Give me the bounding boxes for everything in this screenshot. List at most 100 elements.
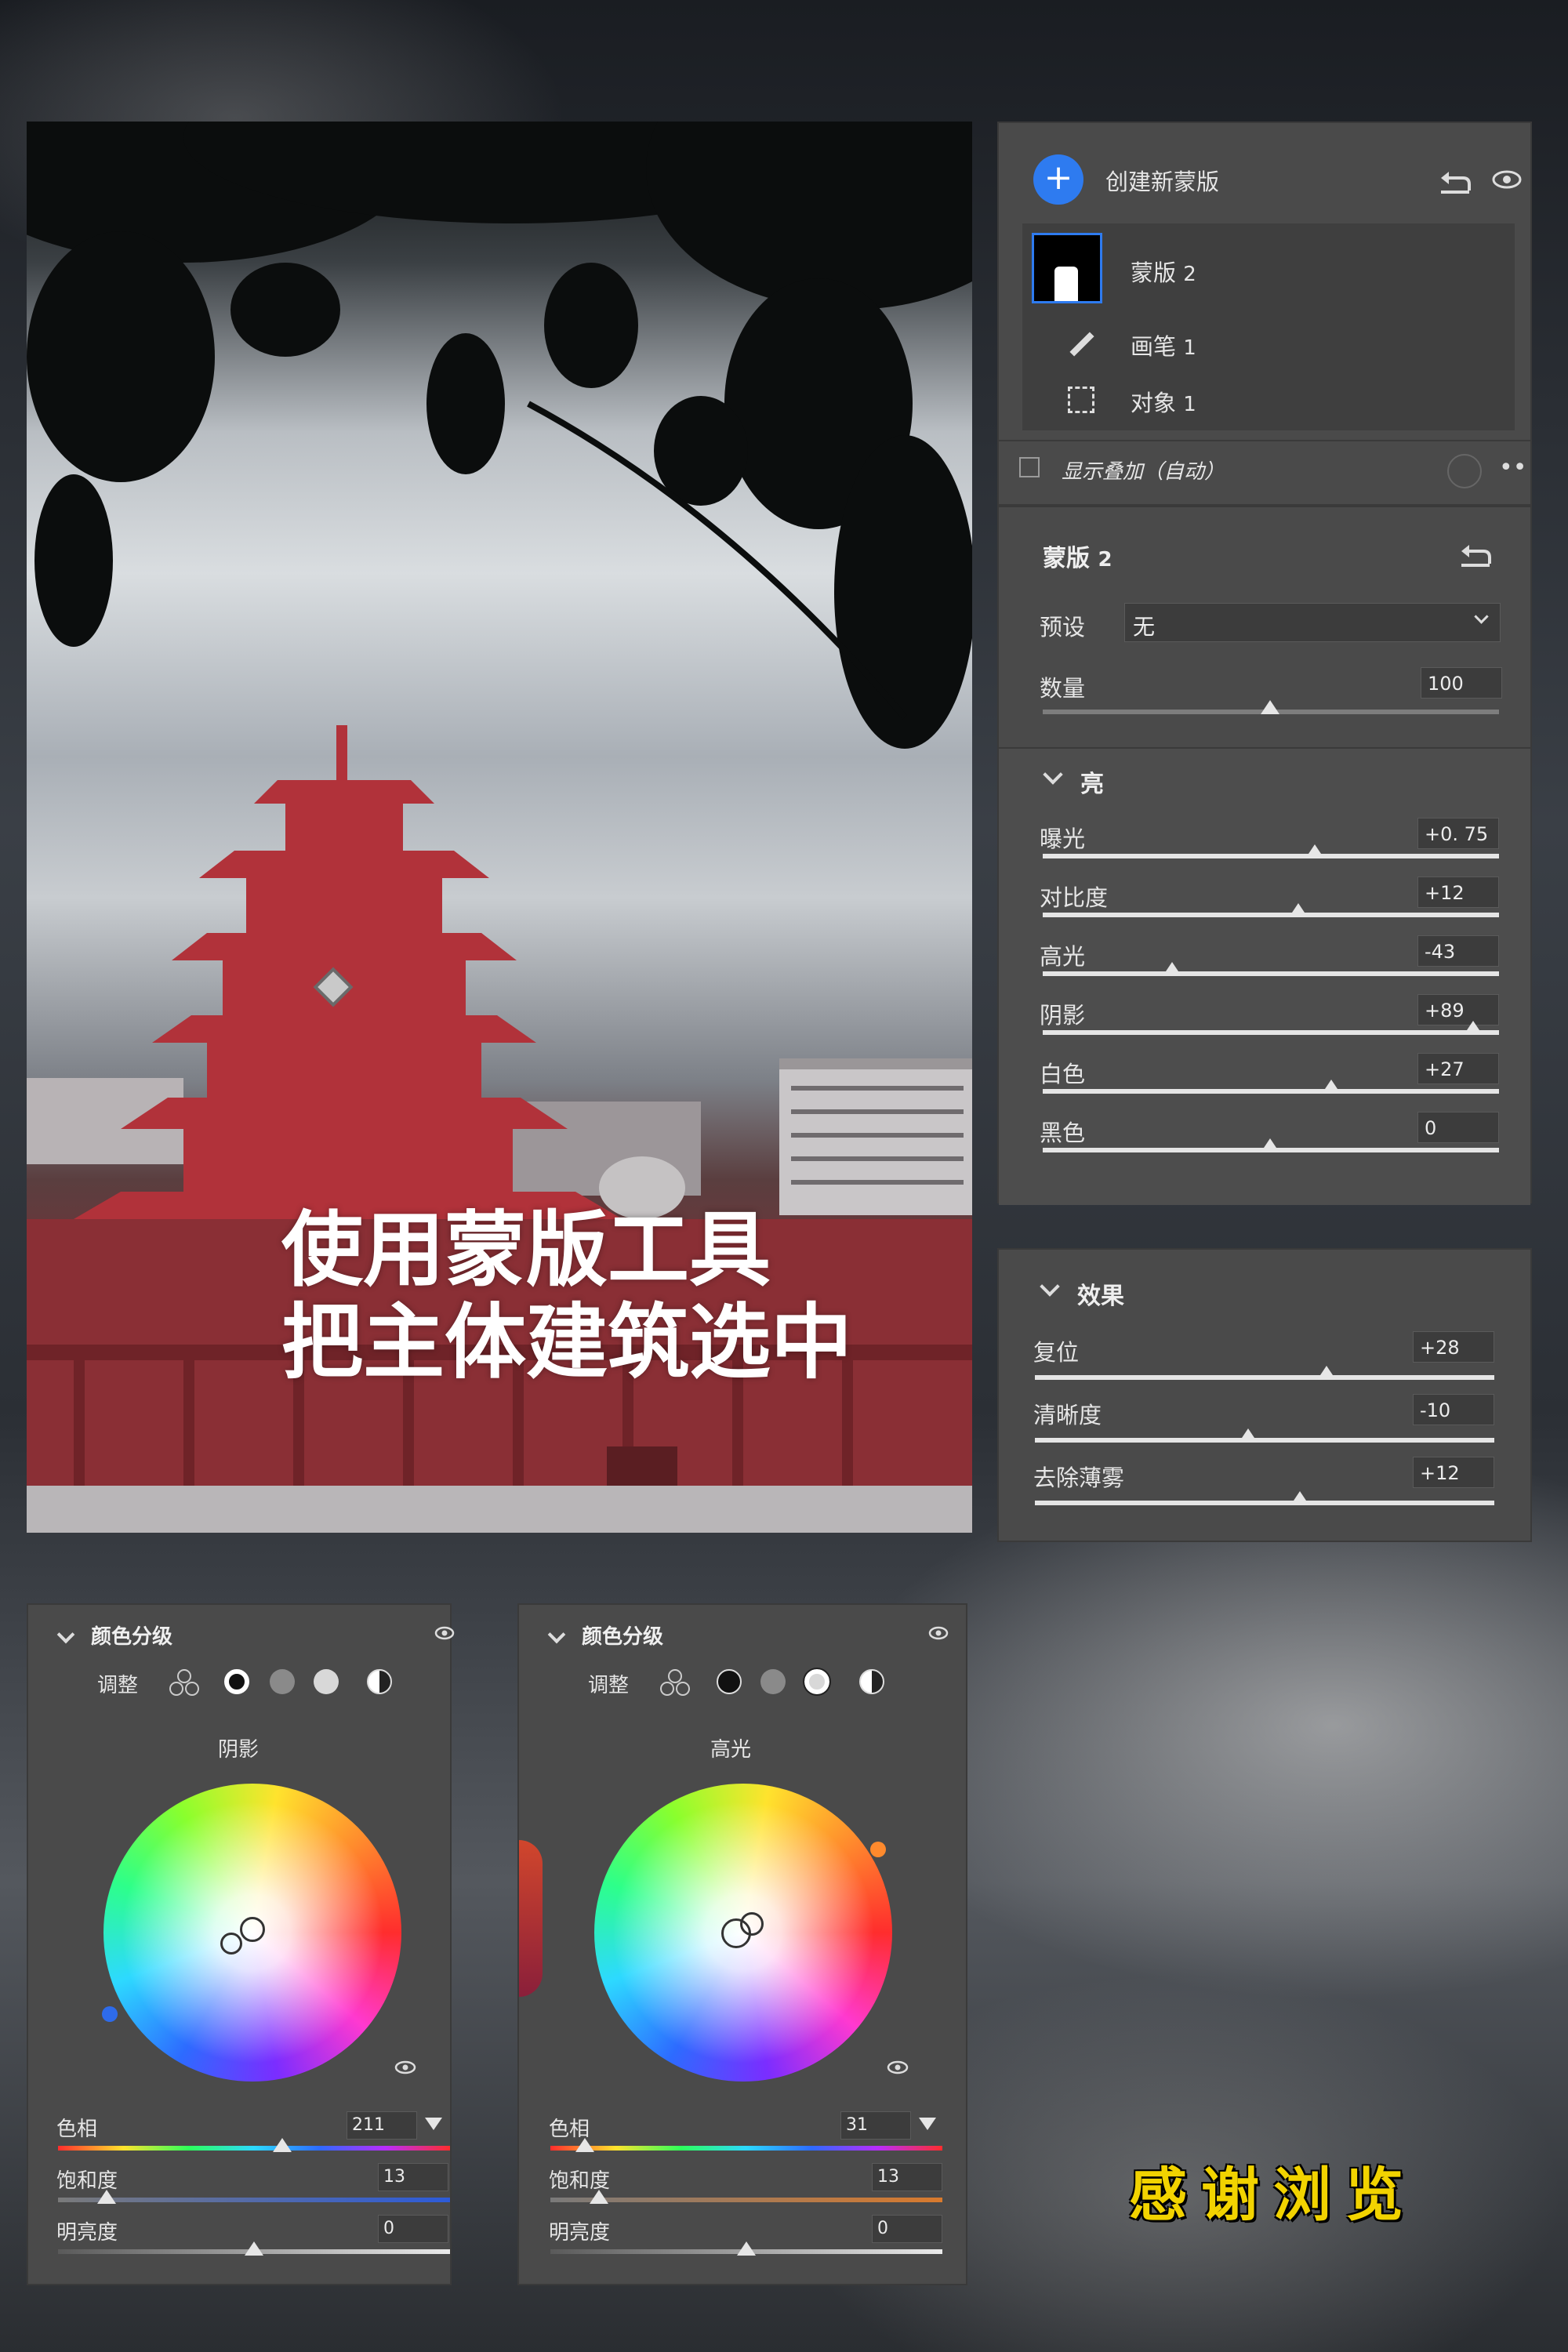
mask-item-label[interactable]: 蒙版 2 — [1131, 255, 1196, 288]
saturation-slider-thumb[interactable] — [590, 2190, 608, 2204]
chevron-down-icon[interactable] — [56, 1625, 75, 1644]
exposure-slider-thumb[interactable] — [1305, 844, 1324, 858]
highlights-tab-icon[interactable] — [803, 1668, 831, 1696]
hue-slider-thumb[interactable] — [273, 2138, 292, 2152]
whites-slider-track[interactable] — [1043, 1089, 1499, 1094]
eye-icon[interactable] — [1491, 169, 1523, 191]
object-item-label[interactable]: 对象 1 — [1131, 385, 1196, 418]
highlights-slider-track[interactable] — [1043, 971, 1499, 976]
eye-icon[interactable] — [928, 1625, 949, 1641]
more-options-icon[interactable]: •• — [1499, 454, 1526, 481]
highlights-slider-thumb[interactable] — [1163, 962, 1181, 976]
chevron-down-icon[interactable] — [1040, 1276, 1060, 1297]
exposure-slider-track[interactable] — [1043, 854, 1499, 858]
global-tab-icon[interactable] — [859, 1669, 884, 1694]
luminance-slider-thumb[interactable] — [737, 2241, 756, 2256]
whites-slider-thumb[interactable] — [1322, 1080, 1341, 1094]
brush-item-label[interactable]: 画笔 1 — [1131, 328, 1196, 361]
eye-icon[interactable] — [886, 2060, 909, 2075]
mask-thumbnail[interactable] — [1032, 233, 1102, 303]
hue-picker-icon[interactable] — [425, 2118, 442, 2130]
texture-slider-thumb[interactable] — [1317, 1366, 1336, 1380]
three-way-icon[interactable] — [168, 1669, 199, 1697]
whites-field[interactable]: +27 — [1417, 1053, 1499, 1084]
hue-field[interactable]: 31 — [840, 2111, 911, 2140]
saturation-slider-thumb[interactable] — [97, 2190, 116, 2204]
shadows-tab-icon[interactable] — [224, 1669, 249, 1694]
photo-canvas[interactable]: 使用蒙版工具 把主体建筑选中 — [27, 122, 972, 1533]
dehaze-field[interactable]: +12 — [1413, 1457, 1494, 1488]
contrast-label: 对比度 — [1040, 884, 1109, 911]
exposure-field[interactable]: +0. 75 — [1417, 818, 1499, 849]
hue-picker-icon[interactable] — [919, 2118, 936, 2130]
shadows-field[interactable]: +89 — [1417, 994, 1499, 1025]
texture-field[interactable]: +28 — [1413, 1331, 1494, 1363]
blacks-field[interactable]: 0 — [1417, 1112, 1499, 1143]
shadows-slider-track[interactable] — [1043, 1030, 1499, 1035]
preset-dropdown[interactable]: 无 — [1124, 603, 1501, 642]
object-select-icon — [1068, 387, 1094, 413]
luminance-slider-thumb[interactable] — [245, 2241, 263, 2256]
mask-settings-title: 蒙版 2 — [1043, 545, 1112, 572]
show-overlay-checkbox[interactable] — [1019, 457, 1040, 477]
wheel-handle[interactable] — [240, 1917, 265, 1942]
color-grading-panel-shadows: 颜色分级 调整 阴影 色相 211 饱和度 13 明亮度 0 — [27, 1603, 455, 2285]
amount-slider-thumb[interactable] — [1261, 700, 1279, 714]
overlay-color-swatch[interactable] — [1447, 454, 1482, 488]
masks-panel: + 创建新蒙版 蒙版 2 画笔 1 对象 1 显示叠加（自动） •• — [997, 122, 1532, 506]
clarity-field[interactable]: -10 — [1413, 1394, 1494, 1425]
eye-icon[interactable] — [434, 1625, 455, 1641]
hue-marker-dot[interactable] — [870, 1842, 886, 1857]
whites-label: 白色 — [1040, 1061, 1086, 1087]
brush-icon — [1068, 332, 1094, 358]
shadows-slider-thumb[interactable] — [1464, 1021, 1483, 1035]
exposure-label: 曝光 — [1040, 826, 1086, 852]
amount-field[interactable]: 100 — [1421, 667, 1502, 699]
midtones-tab-icon[interactable] — [760, 1669, 786, 1694]
wheel-label: 高光 — [710, 1738, 752, 1762]
midtones-tab-icon[interactable] — [270, 1669, 295, 1694]
luminance-label: 明亮度 — [56, 2221, 118, 2245]
highlights-tab-icon[interactable] — [314, 1669, 339, 1694]
chevron-down-icon[interactable] — [547, 1625, 566, 1644]
hue-label: 色相 — [56, 2118, 98, 2141]
reset-icon[interactable] — [1438, 164, 1472, 195]
three-way-icon[interactable] — [659, 1669, 690, 1697]
highlights-field[interactable]: -43 — [1417, 935, 1499, 967]
hue-field[interactable]: 211 — [347, 2111, 417, 2140]
shadows-tab-icon[interactable] — [717, 1669, 742, 1694]
luminance-field[interactable]: 0 — [872, 2215, 942, 2243]
saturation-field[interactable]: 13 — [872, 2163, 942, 2191]
texture-label: 复位 — [1033, 1339, 1080, 1366]
dehaze-slider-thumb[interactable] — [1290, 1491, 1309, 1505]
eye-icon[interactable] — [394, 2060, 417, 2075]
chevron-down-icon[interactable] — [1043, 764, 1063, 785]
wheel-handle[interactable] — [740, 1912, 764, 1936]
light-section-title: 亮 — [1080, 771, 1104, 798]
hue-marker-dot[interactable] — [102, 2006, 118, 2022]
hue-slider-track[interactable] — [58, 2146, 450, 2151]
texture-slider-track[interactable] — [1035, 1375, 1494, 1380]
contrast-slider-track[interactable] — [1043, 913, 1499, 917]
add-mask-icon[interactable]: + — [1033, 154, 1083, 205]
saturation-field[interactable]: 13 — [378, 2163, 448, 2191]
dehaze-slider-track[interactable] — [1035, 1501, 1494, 1505]
create-new-mask-label[interactable]: 创建新蒙版 — [1105, 164, 1219, 197]
blacks-slider-thumb[interactable] — [1261, 1138, 1279, 1152]
global-tab-icon[interactable] — [367, 1669, 392, 1694]
hue-slider-thumb[interactable] — [575, 2138, 594, 2152]
wheel-label: 阴影 — [218, 1738, 260, 1762]
contrast-field[interactable]: +12 — [1417, 877, 1499, 908]
hue-slider-track[interactable] — [550, 2146, 942, 2151]
saturation-slider-track[interactable] — [550, 2198, 942, 2202]
highlights-label: 高光 — [1040, 943, 1086, 970]
clarity-slider-track[interactable] — [1035, 1438, 1494, 1443]
contrast-slider-thumb[interactable] — [1289, 903, 1308, 917]
mask-reset-icon[interactable] — [1458, 537, 1493, 568]
clarity-slider-thumb[interactable] — [1239, 1428, 1258, 1443]
luminance-field[interactable]: 0 — [378, 2215, 448, 2243]
color-grading-title: 颜色分级 — [582, 1625, 664, 1649]
saturation-slider-track[interactable] — [58, 2198, 450, 2202]
shadows-label: 阴影 — [1040, 1002, 1086, 1029]
caption-line-2: 把主体建筑选中 — [281, 1294, 853, 1390]
